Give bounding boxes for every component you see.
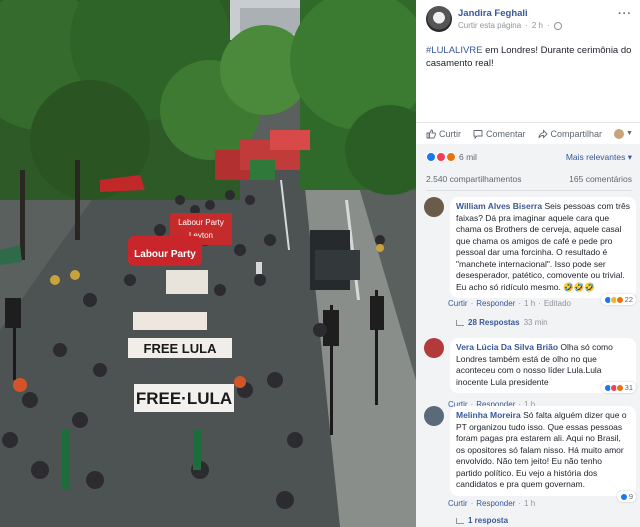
comment-reaction-count: 22 (624, 295, 633, 304)
share-button[interactable]: Compartilhar (538, 128, 603, 139)
comment-actions: Curtir · Responder · 1 h (448, 499, 536, 508)
commenter-name[interactable]: William Alves Biserra (456, 201, 542, 211)
reactions-summary[interactable]: 6 mil (426, 152, 477, 162)
comment-reply-link[interactable]: Responder (476, 499, 515, 508)
banner-text-3: Labour Party (134, 249, 196, 260)
shares-count[interactable]: 2.540 compartilhamentos (426, 174, 521, 184)
comment-item: William Alves Biserra Seis pessoas com t… (424, 197, 636, 357)
view-replies-link[interactable]: 28 Respostas 33 min (456, 318, 548, 327)
like-label: Curtir (439, 128, 461, 139)
like-button[interactable]: Curtir (426, 129, 461, 139)
meta-separator: · (546, 21, 550, 30)
comment-text: Seis pessoas com três faixas? Dá pra ima… (456, 201, 630, 292)
thumbs-up-icon (426, 129, 436, 138)
user-mini-avatar (614, 128, 625, 139)
replies-time: 33 min (523, 318, 548, 327)
commenter-avatar[interactable] (424, 338, 444, 358)
author-avatar[interactable] (426, 6, 452, 32)
comment-reactions[interactable]: 31 (600, 382, 636, 393)
angry-reaction-icon (615, 383, 624, 392)
replies-count: 28 Respostas (468, 318, 520, 327)
replies-count: 1 resposta (468, 516, 509, 525)
author-name[interactable]: Jandira Feghali (458, 8, 528, 19)
comment-bubble: William Alves Biserra Seis pessoas com t… (450, 197, 636, 298)
divider (426, 190, 632, 191)
banner-text-5: FREE·LULA (136, 389, 232, 408)
comment-edited: Editado (543, 299, 571, 308)
comment-label: Comentar (486, 128, 526, 139)
comment-like-link[interactable]: Curtir (448, 299, 468, 308)
hashtag-link[interactable]: #LULALIVRE (426, 45, 483, 56)
comment-icon (473, 129, 483, 139)
comments-count[interactable]: 165 comentários (569, 174, 632, 184)
commenter-name[interactable]: Vera Lúcia Da Silva Brião (456, 342, 558, 352)
identity-switcher[interactable]: ▼ (614, 128, 633, 139)
comment-bubble: Melinha Moreira Só falta alguém dizer qu… (450, 406, 636, 496)
post-header: Jandira Feghali Curtir esta página · 2 h… (416, 0, 640, 40)
post-panel: Jandira Feghali Curtir esta página · 2 h… (416, 0, 640, 527)
globe-icon (553, 21, 562, 30)
comment-reactions[interactable]: 9 (616, 491, 636, 502)
comment-like-link[interactable]: Curtir (448, 499, 468, 508)
sort-dropdown[interactable]: Mais relevantes ▾ (566, 152, 632, 163)
like-reaction-icon (426, 152, 436, 162)
chevron-down-icon: ▾ (627, 152, 632, 162)
comment-reaction-count: 31 (624, 383, 633, 392)
shares-row: 2.540 compartilhamentos 165 comentários (426, 174, 632, 184)
angry-reaction-icon (615, 295, 624, 304)
comment-text: Só falta alguém dizer que o PT organizou… (456, 410, 627, 489)
banner-text-1: Labour Party (178, 218, 224, 227)
comment-time[interactable]: 1 h (524, 499, 535, 508)
comment-reply-link[interactable]: Responder (476, 299, 515, 308)
reply-arrow-icon (456, 319, 464, 326)
comment-reactions[interactable]: 22 (600, 294, 636, 305)
post-text: #LULALIVRE em Londres! Durante cerimônia… (426, 44, 632, 70)
comment-time[interactable]: 1 h (524, 299, 535, 308)
banner-text-4: FREE LULA (144, 341, 218, 356)
comments-feed: 6 mil Mais relevantes ▾ 2.540 compartilh… (416, 144, 640, 527)
reply-arrow-icon (456, 517, 464, 524)
comment-item: Melinha Moreira Só falta alguém dizer qu… (424, 406, 636, 496)
comment-button[interactable]: Comentar (473, 129, 526, 139)
reactions-count: 6 mil (459, 152, 477, 162)
action-bar: Curtir Comentar Compartilhar ▼ (416, 122, 640, 144)
post-meta: Curtir esta página · 2 h · (458, 21, 562, 30)
angry-reaction-icon (446, 152, 456, 162)
chevron-down-icon: ▼ (626, 130, 633, 137)
view-replies-link[interactable]: 1 resposta (456, 516, 508, 525)
sort-label: Mais relevantes (565, 152, 626, 162)
share-label: Compartilhar (550, 128, 603, 139)
comment-reaction-count: 9 (628, 492, 633, 501)
meta-separator: · (525, 21, 528, 30)
commenter-avatar[interactable] (424, 406, 444, 426)
protest-photo[interactable]: Labour Party Leyton Labour Party FREE LU… (0, 0, 416, 527)
follow-page-link[interactable]: Curtir esta página (458, 21, 521, 30)
comment-actions: Curtir · Responder · 1 h · Editado (448, 299, 571, 308)
love-reaction-icon (436, 152, 446, 162)
commenter-avatar[interactable] (424, 197, 444, 217)
comment-emojis: 🤣🤣🤣 (563, 281, 596, 292)
like-reaction-icon (619, 492, 628, 501)
post-time[interactable]: 2 h (532, 21, 543, 30)
more-dots-icon[interactable]: ··· (618, 8, 632, 20)
commenter-name[interactable]: Melinha Moreira (456, 410, 521, 420)
share-icon (538, 128, 548, 139)
